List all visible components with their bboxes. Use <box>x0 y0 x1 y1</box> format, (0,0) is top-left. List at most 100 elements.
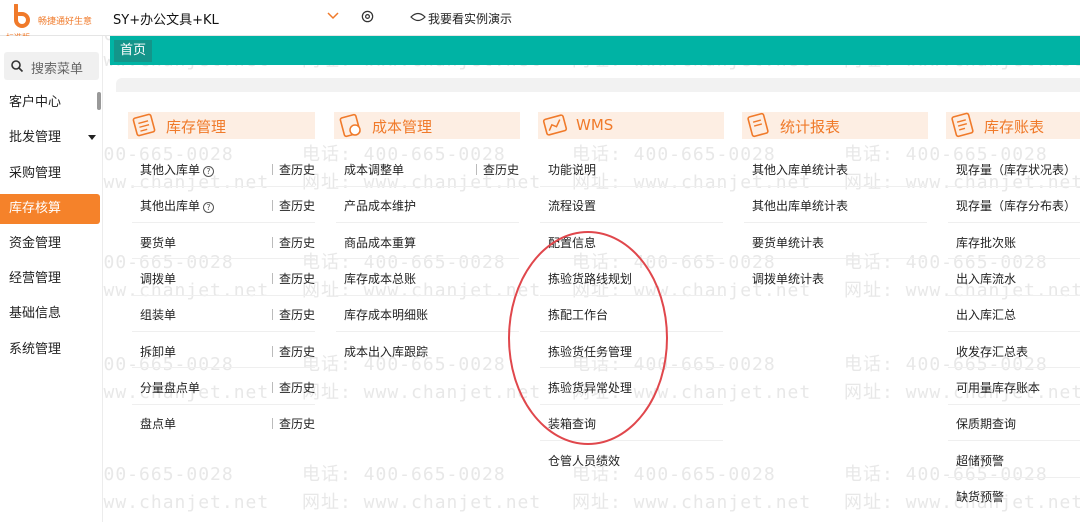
menu-item-io-summary[interactable]: 出入库汇总 <box>956 306 1016 323</box>
tab-home[interactable]: 首页 <box>114 40 153 62</box>
content-header-strip <box>116 78 1080 92</box>
history-link[interactable]: 查历史 <box>272 343 315 360</box>
sidebar-item-funds[interactable]: 资金管理 <box>0 229 100 259</box>
gear-icon[interactable] <box>360 9 375 24</box>
divider <box>948 222 1080 223</box>
menu-search-input[interactable]: 搜索菜单 <box>4 52 99 80</box>
column-header-wms: WMS <box>538 112 724 139</box>
menu-item-inbound-stats[interactable]: 其他入库单统计表 <box>752 161 848 178</box>
eye-icon <box>410 12 426 22</box>
menu-item-overstock-alert[interactable]: 超储预警 <box>956 452 1004 469</box>
column-title: 统计报表 <box>780 118 841 136</box>
history-link[interactable]: 查历史 <box>272 161 315 178</box>
menu-item-product-cost[interactable]: 产品成本维护 <box>344 197 416 214</box>
sidebar-item-customer-center[interactable]: 客户中心 <box>0 88 100 118</box>
menu-item-stock-status[interactable]: 现存量（库存状况表） <box>956 161 1076 178</box>
menu-item-receive-issue-summary[interactable]: 收发存汇总表 <box>956 343 1028 360</box>
search-icon <box>11 60 24 73</box>
app-logo[interactable]: 畅捷通好生意 标准版 <box>4 2 104 42</box>
column-header-inventory-ledger: 库存账表 <box>946 112 1080 139</box>
divider <box>132 186 315 187</box>
divider <box>336 295 519 296</box>
sidebar-item-inventory-accounting[interactable]: 库存核算 <box>0 194 100 224</box>
divider <box>132 367 315 368</box>
menu-item-disassembly[interactable]: 拆卸单 <box>140 343 176 360</box>
menu-item-transfer[interactable]: 调拨单 <box>140 270 176 287</box>
history-link[interactable]: 查历史 <box>272 379 315 396</box>
column-title: WMS <box>576 116 614 134</box>
menu-item-outbound-stats[interactable]: 其他出库单统计表 <box>752 197 848 214</box>
watermark-text: 网址: www.chanjet.net <box>302 382 542 403</box>
menu-item-io-flow[interactable]: 出入库流水 <box>956 270 1016 287</box>
brand-name: 畅捷通好生意 <box>38 17 93 27</box>
menu-item-partial-count[interactable]: 分量盘点单 <box>140 379 200 396</box>
chevron-down-icon[interactable] <box>326 9 340 23</box>
menu-item-wms-process[interactable]: 流程设置 <box>548 197 596 214</box>
column-header-cost-mgmt: 成本管理 <box>334 112 520 139</box>
divider <box>744 186 927 187</box>
report-book-icon <box>747 112 769 138</box>
sidebar-item-operations[interactable]: 经营管理 <box>0 264 100 294</box>
history-link[interactable]: 查历史 <box>272 306 315 323</box>
divider <box>336 222 519 223</box>
history-link[interactable]: 查历史 <box>476 161 519 178</box>
menu-item-batch-ledger[interactable]: 库存批次账 <box>956 234 1016 251</box>
divider <box>540 222 723 223</box>
annotation-circle <box>508 231 668 445</box>
menu-item-cost-tracking[interactable]: 成本出入库跟踪 <box>344 343 428 360</box>
menu-item-assembly[interactable]: 组装单 <box>140 306 176 323</box>
tab-bar: 首页 <box>110 36 1080 65</box>
column-title: 成本管理 <box>372 118 433 136</box>
sidebar-item-system[interactable]: 系统管理 <box>0 335 100 365</box>
menu-item-stock-distribution[interactable]: 现存量（库存分布表） <box>956 197 1076 214</box>
menu-item-other-inbound[interactable]: 其他入库单? <box>140 161 215 178</box>
divider <box>744 258 927 259</box>
cost-calculator-icon <box>339 113 361 138</box>
menu-item-cost-adjustment[interactable]: 成本调整单 <box>344 161 404 178</box>
history-link[interactable]: 查历史 <box>272 415 315 432</box>
menu-item-requisition-stats[interactable]: 要货单统计表 <box>752 234 824 251</box>
divider <box>948 367 1080 368</box>
search-placeholder: 搜索菜单 <box>31 62 84 77</box>
divider <box>132 258 315 259</box>
sidebar-item-purchase[interactable]: 采购管理 <box>0 159 100 189</box>
ledger-icon <box>951 112 974 138</box>
menu-item-available-ledger[interactable]: 可用量库存账本 <box>956 379 1040 396</box>
menu-item-shortage-alert[interactable]: 缺货预警 <box>956 488 1004 505</box>
sidebar-item-wholesale[interactable]: 批发管理 <box>0 123 100 153</box>
inventory-list-icon <box>132 113 156 137</box>
divider <box>948 186 1080 187</box>
history-link[interactable]: 查历史 <box>272 234 315 251</box>
watermark-text: 电话: 400-665-0028 <box>302 464 506 485</box>
sidebar: 搜索菜单 客户中心 批发管理 采购管理 库存核算 资金管理 经营管理 基础信息 … <box>0 36 103 522</box>
brand-logo-icon <box>14 4 30 28</box>
company-name[interactable]: SY+办公文具+KL <box>113 9 219 28</box>
menu-item-other-outbound[interactable]: 其他出库单? <box>140 197 215 214</box>
divider <box>744 222 927 223</box>
history-link[interactable]: 查历史 <box>272 270 315 287</box>
menu-item-cost-general-ledger[interactable]: 库存成本总账 <box>344 270 416 287</box>
history-link[interactable]: 查历史 <box>272 197 315 214</box>
top-bar: 畅捷通好生意 标准版 SY+办公文具+KL 我要看实例演示 <box>0 0 1080 42</box>
menu-item-cost-detail-ledger[interactable]: 库存成本明细账 <box>344 306 428 323</box>
divider <box>948 440 1080 441</box>
menu-item-staff-performance[interactable]: 仓管人员绩效 <box>548 452 620 469</box>
menu-item-cost-recalc[interactable]: 商品成本重算 <box>344 234 416 251</box>
column-title: 库存管理 <box>166 118 227 136</box>
menu-item-wms-intro[interactable]: 功能说明 <box>548 161 596 178</box>
menu-item-stocktake[interactable]: 盘点单 <box>140 415 176 432</box>
divider <box>948 477 1080 478</box>
help-icon[interactable]: ? <box>203 202 215 213</box>
sidebar-item-basic-info[interactable]: 基础信息 <box>0 299 100 329</box>
divider <box>132 404 315 405</box>
menu-item-requisition[interactable]: 要货单 <box>140 234 176 251</box>
help-icon[interactable]: ? <box>203 166 215 177</box>
menu-item-transfer-stats[interactable]: 调拨单统计表 <box>752 270 824 287</box>
menu-item-shelf-life[interactable]: 保质期查询 <box>956 415 1016 432</box>
column-title: 库存账表 <box>984 118 1045 136</box>
watermark-text: 电话: 400-665-0028 <box>844 252 1048 273</box>
caret-down-icon <box>88 135 96 140</box>
menu-item-label: 其他入库单 <box>140 163 201 177</box>
demo-link[interactable]: 我要看实例演示 <box>428 10 512 27</box>
divider <box>132 295 315 296</box>
